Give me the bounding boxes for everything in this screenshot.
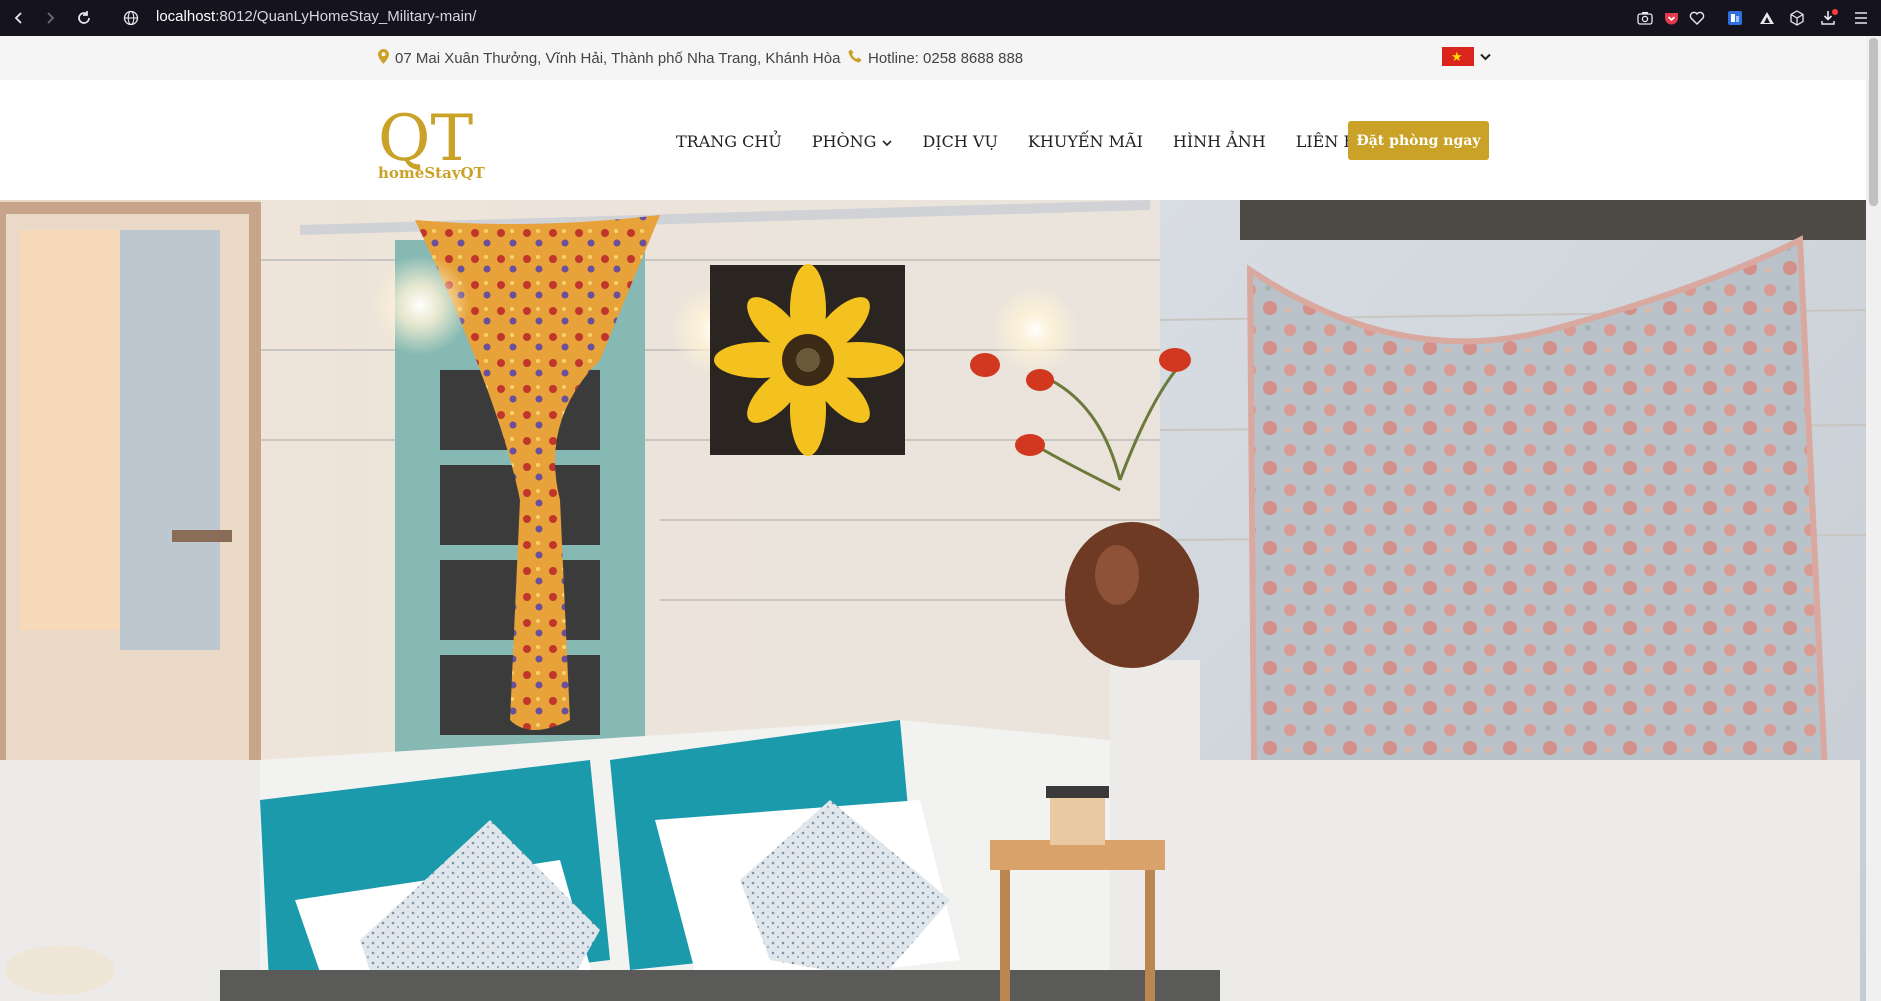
camera-icon[interactable] [1634, 7, 1656, 29]
chevron-down-icon [1480, 48, 1491, 65]
phone-icon [848, 49, 862, 67]
back-icon[interactable] [8, 7, 30, 29]
triangle-icon[interactable] [1756, 7, 1778, 29]
nav-item-promotions[interactable]: KHUYẾN MÃI [1028, 132, 1143, 151]
nav-services-label: DỊCH VỤ [922, 132, 998, 151]
browser-toolbar: localhost:8012/QuanLyHomeStay_Military-m… [0, 0, 1881, 36]
url-path: :8012/QuanLyHomeStay_Military-main/ [215, 8, 477, 25]
download-icon[interactable] [1818, 7, 1840, 29]
hotline-info[interactable]: Hotline: 0258 8688 888 [848, 49, 1023, 67]
top-info-bar: 07 Mai Xuân Thưởng, Vĩnh Hải, Thành phố … [0, 36, 1866, 80]
nav-item-gallery[interactable]: HÌNH ẢNH [1173, 132, 1266, 151]
hero-image [0, 200, 1866, 1001]
address-text: 07 Mai Xuân Thưởng, Vĩnh Hải, Thành phố … [395, 50, 841, 67]
vietnam-flag-icon: ★ [1442, 47, 1474, 66]
nav-home-label: TRANG CHỦ [676, 132, 782, 151]
nav-gallery-label: HÌNH ẢNH [1172, 132, 1266, 151]
hotline-text: Hotline: 0258 8688 888 [868, 49, 1024, 67]
extension-icon[interactable] [1724, 7, 1746, 29]
map-marker-icon [378, 49, 389, 68]
chevron-down-icon [882, 132, 893, 151]
address-bar[interactable]: localhost:8012/QuanLyHomeStay_Military-m… [156, 0, 476, 36]
page-viewport: 07 Mai Xuân Thưởng, Vĩnh Hải, Thành phố … [0, 36, 1881, 1001]
heart-icon[interactable] [1686, 7, 1708, 29]
nav-item-home[interactable]: TRANG CHỦ [676, 132, 782, 151]
nav-promotions-label: KHUYẾN MÃI [1027, 132, 1143, 151]
reload-icon[interactable] [73, 7, 95, 29]
language-selector[interactable]: ★ [1442, 47, 1491, 66]
address-info: 07 Mai Xuân Thưởng, Vĩnh Hải, Thành phố … [378, 49, 840, 68]
menu-icon[interactable] [1850, 7, 1872, 29]
main-nav: TRANG CHỦ PHÒNG DỊCH VỤ KHUYẾN MÃI HÌNH … [676, 132, 1399, 151]
nav-item-rooms[interactable]: PHÒNG [812, 132, 893, 151]
logo-tagline: homeStayQT [378, 164, 486, 180]
pocket-icon[interactable] [1660, 7, 1682, 29]
site-header: QT homeStayQT TRANG CHỦ PHÒNG DỊCH VỤ KH… [0, 80, 1866, 200]
url-host: localhost [156, 8, 216, 25]
page-scrollbar[interactable] [1866, 36, 1881, 1001]
site-info-icon[interactable] [120, 7, 142, 29]
forward-icon[interactable] [39, 7, 61, 29]
scrollbar-thumb[interactable] [1869, 38, 1878, 206]
nav-item-services[interactable]: DỊCH VỤ [922, 132, 997, 151]
flag-star: ★ [1451, 49, 1463, 64]
site-logo[interactable]: QT homeStayQT [378, 98, 492, 182]
nav-rooms-label: PHÒNG [811, 132, 877, 151]
cube-icon[interactable] [1786, 7, 1808, 29]
book-now-button[interactable]: Đặt phòng ngay [1348, 121, 1489, 160]
